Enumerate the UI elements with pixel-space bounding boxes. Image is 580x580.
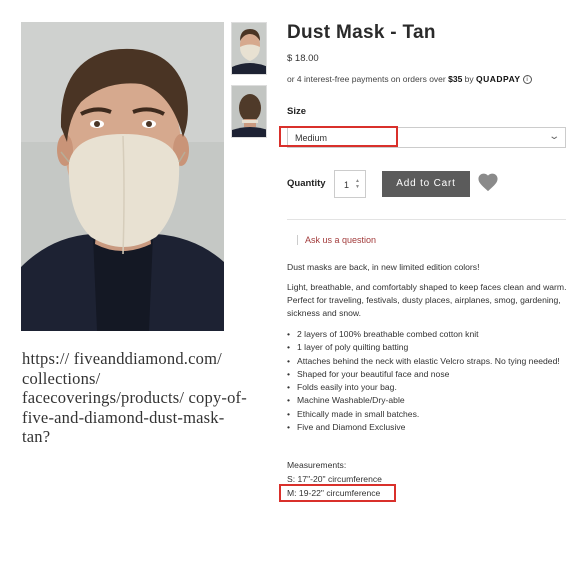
section-divider bbox=[287, 219, 566, 220]
installments-info: or 4 interest-free payments on orders ov… bbox=[287, 74, 532, 85]
quantity-value: 1 bbox=[344, 180, 350, 190]
description-body: Light, breathable, and comfortably shape… bbox=[287, 282, 567, 318]
feature-item: Ethically made in small batches. bbox=[287, 408, 567, 422]
feature-item: 1 layer of poly quilting batting bbox=[287, 341, 567, 355]
size-select[interactable]: Medium ⌄ bbox=[287, 127, 566, 148]
product-thumbnail-front[interactable] bbox=[231, 22, 267, 75]
feature-item: Machine Washable/Dry-able bbox=[287, 394, 567, 408]
chevron-down-icon: ⌄ bbox=[547, 131, 560, 142]
feature-item: Five and Diamond Exclusive bbox=[287, 421, 567, 435]
feature-item: Shaped for your beautiful face and nose bbox=[287, 368, 567, 382]
measurement-medium: M: 19-22" circumference bbox=[287, 488, 381, 498]
add-to-cart-button[interactable]: Add to Cart bbox=[382, 171, 470, 197]
feature-item: Attaches behind the neck with elastic Ve… bbox=[287, 355, 567, 369]
quadpay-logo[interactable]: QUADPAY bbox=[476, 74, 521, 84]
installments-prefix: or 4 interest-free payments on orders ov… bbox=[287, 74, 449, 84]
quantity-label: Quantity bbox=[287, 178, 326, 189]
measurements-heading: Measurements: bbox=[287, 460, 347, 470]
main-product-image[interactable] bbox=[21, 22, 224, 331]
source-url-text: https:// fiveanddiamond.com/ collections… bbox=[22, 349, 247, 447]
feature-item: 2 layers of 100% breathable combed cotto… bbox=[287, 328, 567, 342]
size-selected-value: Medium bbox=[295, 133, 328, 143]
info-icon[interactable]: i bbox=[522, 75, 532, 85]
product-price: $ 18.00 bbox=[287, 53, 319, 64]
product-thumbnail-back[interactable] bbox=[231, 85, 267, 138]
front-view-thumbnail-image bbox=[232, 23, 266, 74]
feature-item: Folds easily into your bag. bbox=[287, 381, 567, 395]
description-intro: Dust masks are back, in new limited edit… bbox=[287, 262, 480, 272]
ask-question-link[interactable]: Ask us a question bbox=[297, 235, 376, 245]
installments-by: by bbox=[462, 74, 476, 84]
wishlist-heart-icon[interactable] bbox=[477, 172, 499, 192]
feature-list: 2 layers of 100% breathable combed cotto… bbox=[287, 328, 567, 435]
size-label: Size bbox=[287, 106, 307, 117]
back-view-thumbnail-image bbox=[232, 86, 266, 137]
quantity-stepper[interactable]: 1 ▲ ▼ bbox=[334, 170, 366, 198]
stepper-arrows-icon[interactable]: ▲ ▼ bbox=[355, 178, 360, 190]
man-wearing-mask-illustration bbox=[21, 22, 224, 331]
measurement-small: S: 17"-20" circumference bbox=[287, 474, 382, 484]
installments-amount: $35 bbox=[448, 74, 463, 84]
product-title: Dust Mask - Tan bbox=[287, 22, 436, 43]
